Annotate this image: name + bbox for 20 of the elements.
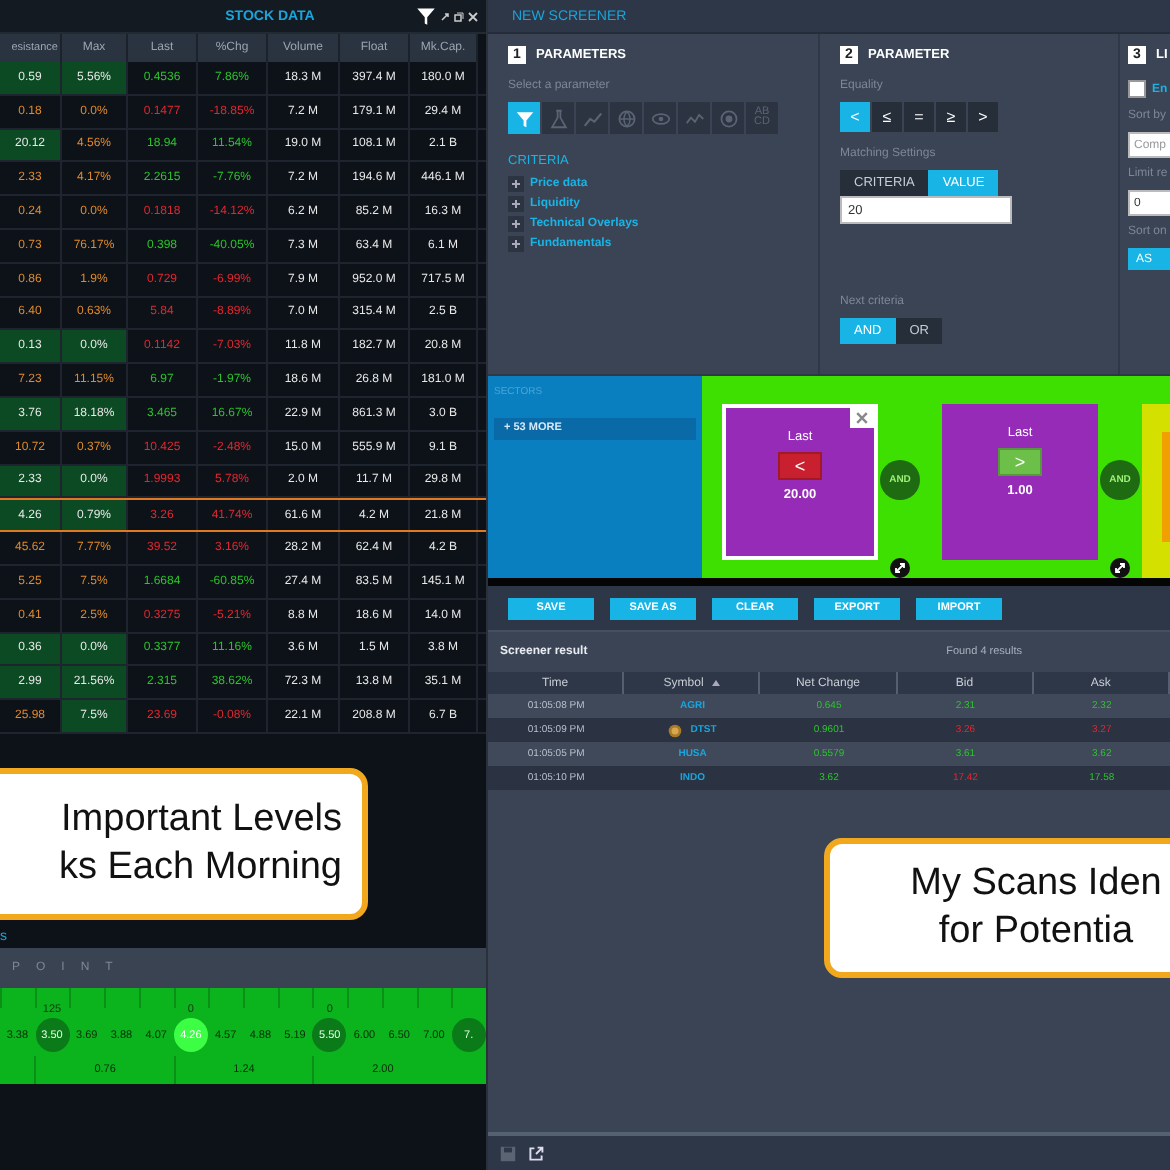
plus-icon[interactable] <box>508 216 524 232</box>
operator-badge: > <box>998 448 1042 476</box>
resize-icon[interactable] <box>1110 558 1130 578</box>
plus-icon[interactable] <box>508 236 524 252</box>
operator-button[interactable]: ≤ <box>872 102 902 132</box>
operator-button[interactable]: = <box>904 102 934 132</box>
plus-icon[interactable] <box>508 176 524 192</box>
plus-icon[interactable] <box>508 196 524 212</box>
callout: Important Levels ks Each Morning <box>0 768 368 920</box>
operator-badge: < <box>778 452 822 480</box>
restore-icon[interactable] <box>454 11 464 21</box>
close-button[interactable] <box>850 408 874 428</box>
checkbox[interactable] <box>1128 80 1146 98</box>
filter-icon[interactable] <box>416 6 436 26</box>
close-icon[interactable] <box>468 11 478 21</box>
external-link-icon[interactable] <box>528 1145 544 1161</box>
operator-button[interactable]: > <box>968 102 998 132</box>
operator-button[interactable]: ≥ <box>936 102 966 132</box>
resize-icon[interactable] <box>890 558 910 578</box>
callout: My Scans Iden for Potentia <box>824 838 1170 978</box>
